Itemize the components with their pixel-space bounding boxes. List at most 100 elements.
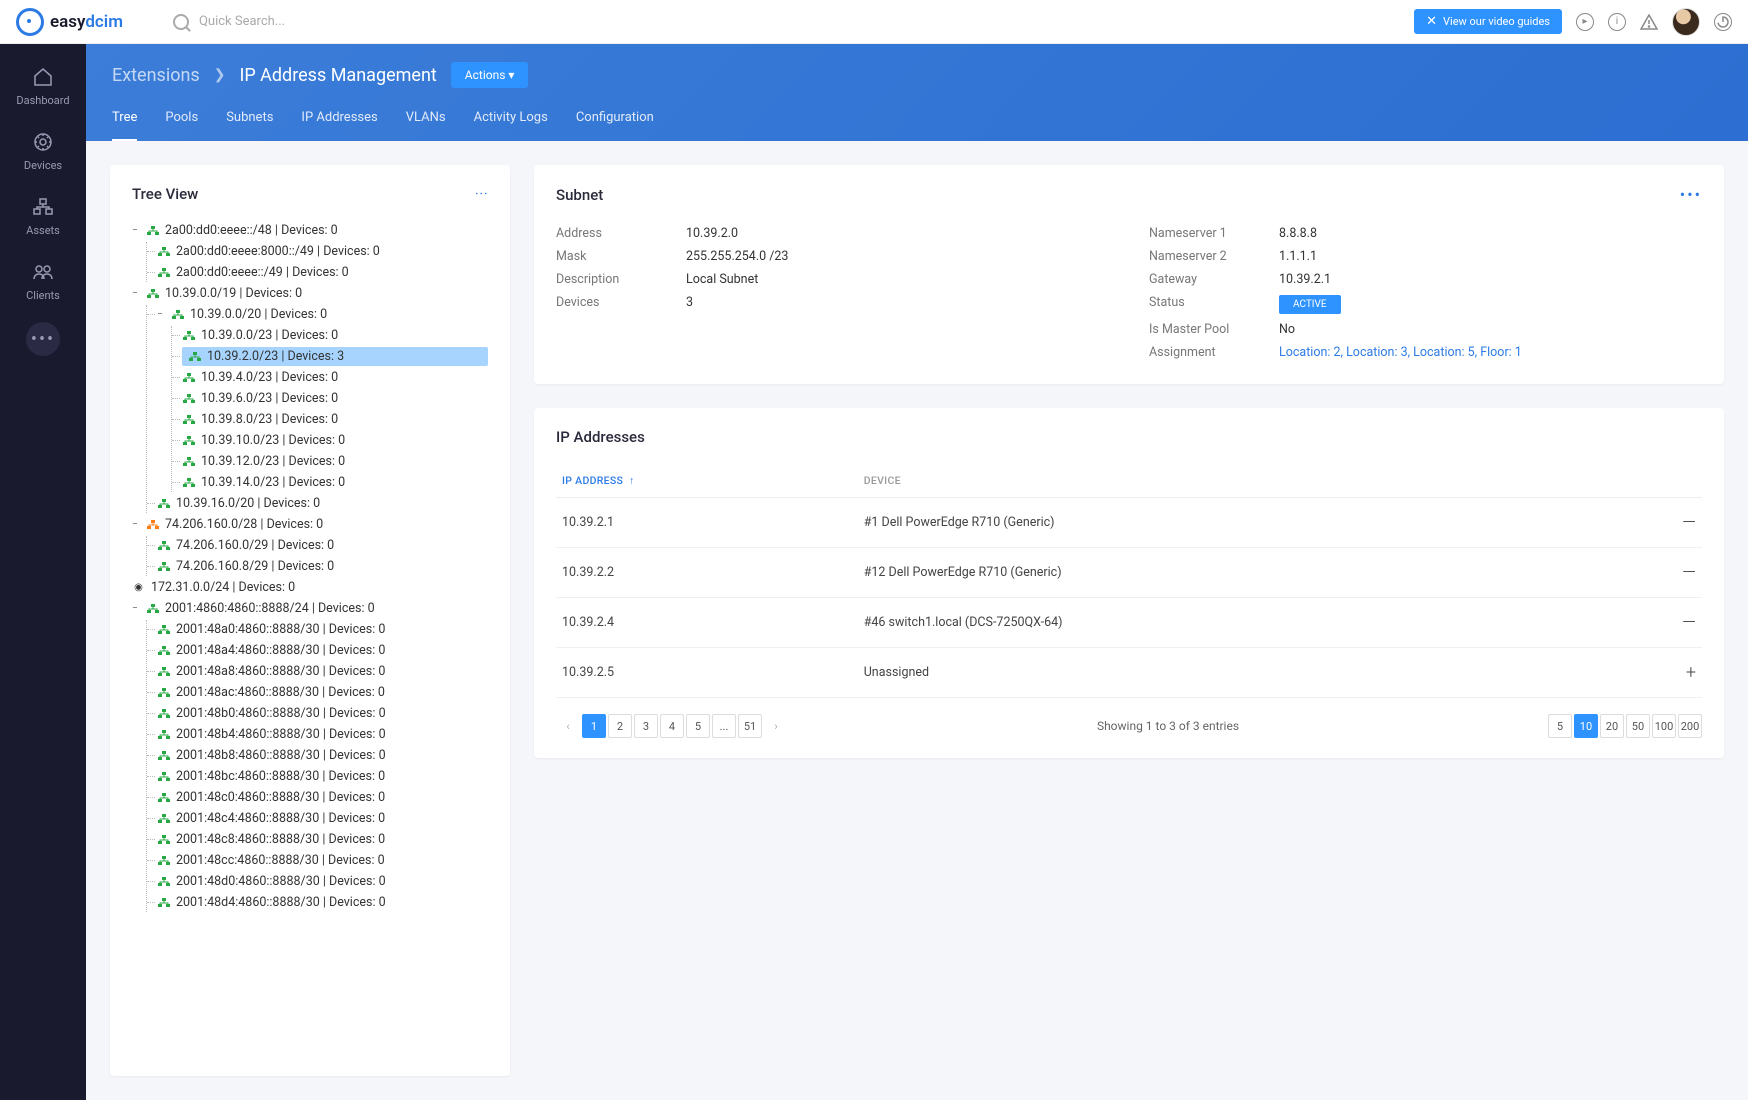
breadcrumb: Extensions ❯ IP Address Management Actio…: [112, 62, 1722, 88]
tab-tree[interactable]: Tree: [112, 110, 137, 141]
tab-vlans[interactable]: VLANs: [406, 110, 446, 141]
menu-dots-icon[interactable]: •••: [1680, 185, 1702, 204]
tree-toggle-icon[interactable]: −: [132, 519, 140, 530]
tree-label: 10.39.6.0/23 | Devices: 0: [201, 391, 338, 406]
tree-node[interactable]: 2001:48a0:4860::8888/30 | Devices: 0: [157, 620, 488, 639]
page-size-button[interactable]: 10: [1574, 714, 1598, 738]
tree-node[interactable]: 74.206.160.0/29 | Devices: 0: [157, 536, 488, 555]
minus-icon[interactable]: —: [1610, 598, 1702, 648]
detail-value[interactable]: Location: 2, Location: 3, Location: 5, F…: [1279, 345, 1702, 360]
tree-node[interactable]: 2001:48bc:4860::8888/30 | Devices: 0: [157, 767, 488, 786]
tree-node[interactable]: 2a00:dd0:eeee:8000::/49 | Devices: 0: [157, 242, 488, 261]
tree-node[interactable]: 2001:48a8:4860::8888/30 | Devices: 0: [157, 662, 488, 681]
nav-devices[interactable]: Devices: [0, 121, 86, 182]
logo[interactable]: easydcim: [16, 8, 123, 36]
plus-icon[interactable]: +: [1610, 648, 1702, 698]
tree-node[interactable]: 2001:48d0:4860::8888/30 | Devices: 0: [157, 872, 488, 891]
tree-node[interactable]: 2001:48b4:4860::8888/30 | Devices: 0: [157, 725, 488, 744]
tree-node[interactable]: 2a00:dd0:eeee::/49 | Devices: 0: [157, 263, 488, 282]
column-header[interactable]: IP ADDRESS ↑: [556, 464, 858, 498]
detail-label: Gateway: [1149, 272, 1279, 287]
next-page[interactable]: ›: [764, 714, 788, 738]
tree-node[interactable]: 10.39.8.0/23 | Devices: 0: [182, 410, 488, 429]
tree-node[interactable]: 10.39.6.0/23 | Devices: 0: [182, 389, 488, 408]
table-row[interactable]: 10.39.2.1#1 Dell PowerEdge R710 (Generic…: [556, 498, 1702, 548]
nav-assets[interactable]: Assets: [0, 186, 86, 247]
minus-icon[interactable]: —: [1610, 548, 1702, 598]
page-button[interactable]: 51: [738, 714, 762, 738]
ip-cell: 10.39.2.1: [556, 498, 858, 548]
prev-page[interactable]: ‹: [556, 714, 580, 738]
tree-toggle-icon[interactable]: −: [132, 288, 140, 299]
avatar[interactable]: [1672, 8, 1700, 36]
minus-icon[interactable]: —: [1610, 498, 1702, 548]
menu-dots-icon[interactable]: ⋮: [473, 187, 488, 201]
tree-node[interactable]: 2001:48a4:4860::8888/30 | Devices: 0: [157, 641, 488, 660]
ip-addresses-title: IP Addresses: [556, 428, 645, 446]
page-button[interactable]: 4: [660, 714, 684, 738]
tree-node[interactable]: 10.39.0.0/23 | Devices: 0: [182, 326, 488, 345]
tab-subnets[interactable]: Subnets: [226, 110, 273, 141]
tree-toggle-icon[interactable]: −: [132, 603, 140, 614]
tree-node[interactable]: 74.206.160.8/29 | Devices: 0: [157, 557, 488, 576]
tree-node[interactable]: 2001:48cc:4860::8888/30 | Devices: 0: [157, 851, 488, 870]
tree-node[interactable]: −10.39.0.0/20 | Devices: 0: [157, 305, 488, 324]
sitemap-icon: [157, 876, 170, 887]
tree-node[interactable]: 2001:48c4:4860::8888/30 | Devices: 0: [157, 809, 488, 828]
tree-node[interactable]: 10.39.10.0/23 | Devices: 0: [182, 431, 488, 450]
tree-node[interactable]: 10.39.14.0/23 | Devices: 0: [182, 473, 488, 492]
tree-label: 2a00:dd0:eeee::/49 | Devices: 0: [176, 265, 349, 280]
tree-toggle-icon[interactable]: −: [132, 225, 140, 236]
tab-activity-logs[interactable]: Activity Logs: [474, 110, 548, 141]
page-size-button[interactable]: 50: [1626, 714, 1650, 738]
breadcrumb-parent[interactable]: Extensions: [112, 65, 200, 86]
table-row[interactable]: 10.39.2.5Unassigned+: [556, 648, 1702, 698]
page-size-button[interactable]: 20: [1600, 714, 1624, 738]
tree-node[interactable]: 2001:48c8:4860::8888/30 | Devices: 0: [157, 830, 488, 849]
page-button[interactable]: 3: [634, 714, 658, 738]
tree-node[interactable]: 10.39.12.0/23 | Devices: 0: [182, 452, 488, 471]
table-row[interactable]: 10.39.2.2#12 Dell PowerEdge R710 (Generi…: [556, 548, 1702, 598]
tree-node[interactable]: −10.39.0.0/19 | Devices: 0: [132, 284, 488, 303]
column-header[interactable]: DEVICE: [858, 464, 1610, 498]
sitemap-icon: [171, 309, 184, 320]
play-icon[interactable]: ▸: [1576, 13, 1594, 31]
tree-node[interactable]: 10.39.16.0/20 | Devices: 0: [157, 494, 488, 513]
power-icon[interactable]: [1714, 13, 1732, 31]
tree-node[interactable]: 2001:48c0:4860::8888/30 | Devices: 0: [157, 788, 488, 807]
tab-ip-addresses[interactable]: IP Addresses: [301, 110, 377, 141]
table-row[interactable]: 10.39.2.4#46 switch1.local (DCS-7250QX-6…: [556, 598, 1702, 648]
page-size-button[interactable]: 200: [1678, 714, 1702, 738]
tree-label: 74.206.160.0/29 | Devices: 0: [176, 538, 334, 553]
tree-node[interactable]: −2a00:dd0:eeee::/48 | Devices: 0: [132, 221, 488, 240]
tree-toggle-icon[interactable]: −: [157, 309, 165, 320]
tab-pools[interactable]: Pools: [165, 110, 198, 141]
video-guides-label: View our video guides: [1443, 15, 1550, 28]
tree-node[interactable]: −74.206.160.0/28 | Devices: 0: [132, 515, 488, 534]
tree-node[interactable]: 2001:48b8:4860::8888/30 | Devices: 0: [157, 746, 488, 765]
page-button[interactable]: 1: [582, 714, 606, 738]
info-icon[interactable]: i: [1608, 13, 1626, 31]
video-guides-button[interactable]: ✕ View our video guides: [1414, 9, 1562, 34]
more-button[interactable]: •••: [26, 322, 60, 356]
warning-icon[interactable]: [1640, 13, 1658, 31]
page-size-button[interactable]: 5: [1548, 714, 1572, 738]
sitemap-icon: [157, 750, 170, 761]
tab-configuration[interactable]: Configuration: [576, 110, 654, 141]
page-button[interactable]: 2: [608, 714, 632, 738]
tree-label: 10.39.10.0/23 | Devices: 0: [201, 433, 345, 448]
tree-node[interactable]: 2001:48d4:4860::8888/30 | Devices: 0: [157, 893, 488, 912]
tree-node[interactable]: 10.39.4.0/23 | Devices: 0: [182, 368, 488, 387]
page-size-button[interactable]: 100: [1652, 714, 1676, 738]
tree-node[interactable]: 2001:48ac:4860::8888/30 | Devices: 0: [157, 683, 488, 702]
tree-node[interactable]: 2001:48b0:4860::8888/30 | Devices: 0: [157, 704, 488, 723]
nav-clients[interactable]: Clients: [0, 251, 86, 312]
tree-node[interactable]: 10.39.2.0/23 | Devices: 3: [182, 347, 488, 366]
page-button[interactable]: ...: [712, 714, 736, 738]
tree-node[interactable]: ◉172.31.0.0/24 | Devices: 0: [132, 578, 488, 597]
nav-dashboard[interactable]: Dashboard: [0, 56, 86, 117]
page-button[interactable]: 5: [686, 714, 710, 738]
actions-button[interactable]: Actions ▾: [451, 62, 529, 88]
tree-node[interactable]: −2001:4860:4860::8888/24 | Devices: 0: [132, 599, 488, 618]
search-bar[interactable]: Quick Search...: [173, 14, 285, 30]
